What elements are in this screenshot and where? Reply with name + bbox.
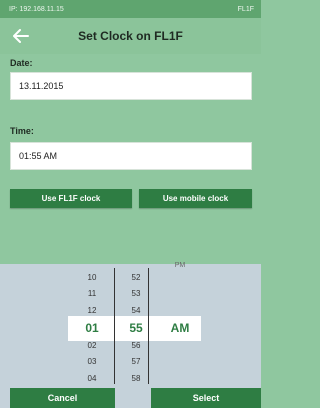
minute-option[interactable]: 53 xyxy=(118,289,154,298)
minute-option[interactable]: 57 xyxy=(118,357,154,366)
use-mobile-clock-button[interactable]: Use mobile clock xyxy=(139,189,252,208)
minute-column[interactable]: 52 53 54 55 56 57 58 xyxy=(118,268,154,390)
date-label: Date: xyxy=(10,58,33,68)
hour-option[interactable]: 02 xyxy=(74,341,110,350)
cancel-label: Cancel xyxy=(47,393,78,403)
minute-option[interactable]: 52 xyxy=(118,273,154,282)
minute-selected[interactable]: 55 xyxy=(118,321,154,335)
select-label: Select xyxy=(192,393,220,403)
time-label: Time: xyxy=(10,126,34,136)
use-device-clock-button[interactable]: Use FL1F clock xyxy=(10,189,132,208)
minute-option[interactable]: 58 xyxy=(118,374,154,383)
status-bar: IP: 192.168.11.15 FL1F xyxy=(0,0,261,18)
cancel-button[interactable]: Cancel xyxy=(10,388,115,408)
page-title: Set Clock on FL1F xyxy=(78,29,183,43)
hour-column[interactable]: 10 11 12 01 02 03 04 xyxy=(74,268,110,390)
back-arrow-icon[interactable] xyxy=(10,25,32,47)
time-field[interactable]: 01:55 AM xyxy=(10,142,252,170)
hour-option[interactable]: 11 xyxy=(74,289,110,298)
select-button[interactable]: Select xyxy=(151,388,261,408)
use-mobile-clock-label: Use mobile clock xyxy=(162,194,229,203)
title-bar: Set Clock on FL1F xyxy=(0,18,261,54)
period-option[interactable]: PM xyxy=(162,262,198,269)
hour-option[interactable]: 12 xyxy=(74,306,110,315)
device-name: FL1F xyxy=(237,5,254,13)
time-value: 01:55 AM xyxy=(19,151,58,161)
period-selected[interactable]: AM xyxy=(162,321,198,335)
hour-option[interactable]: 10 xyxy=(74,273,110,282)
picker-divider-left xyxy=(114,268,115,384)
date-value: 13.11.2015 xyxy=(19,81,64,91)
use-device-clock-label: Use FL1F clock xyxy=(41,194,101,203)
hour-option[interactable]: 03 xyxy=(74,357,110,366)
minute-option[interactable]: 54 xyxy=(118,306,154,315)
hour-option[interactable]: 04 xyxy=(74,374,110,383)
hour-selected[interactable]: 01 xyxy=(74,321,110,335)
minute-option[interactable]: 56 xyxy=(118,341,154,350)
ip-address: IP: 192.168.11.15 xyxy=(9,5,64,13)
period-column[interactable]: PM AM xyxy=(162,262,198,384)
date-field[interactable]: 13.11.2015 xyxy=(10,72,252,100)
